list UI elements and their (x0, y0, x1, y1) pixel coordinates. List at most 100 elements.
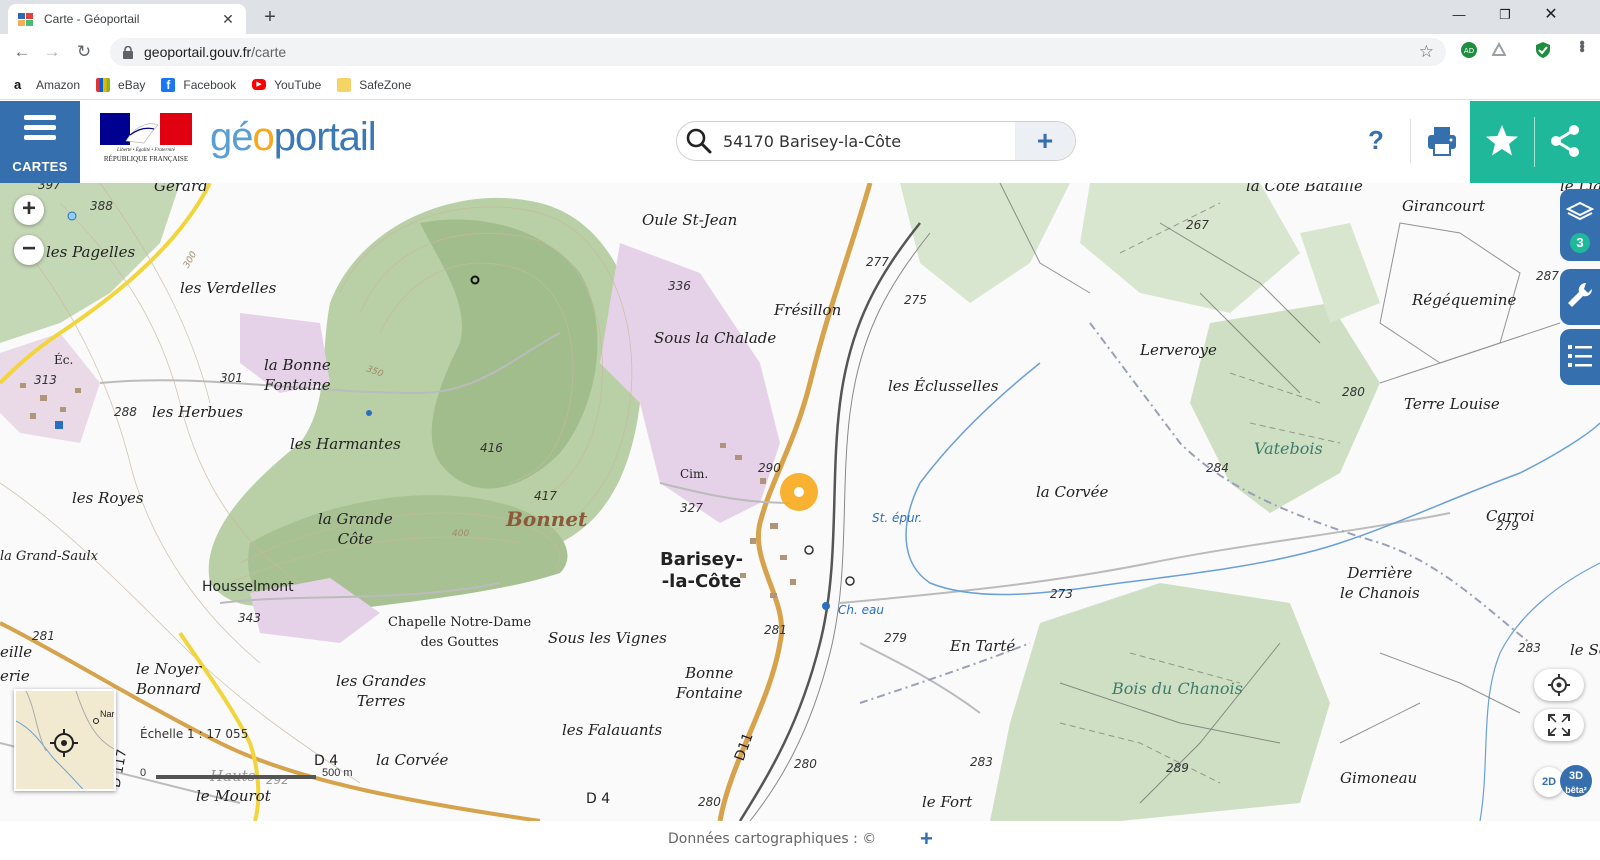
map-label-grandes-terres: les Grandes Terres (336, 672, 427, 710)
map-label-sous-la-chalade: Sous la Chalade (654, 329, 777, 347)
new-tab-button[interactable]: + (258, 6, 282, 30)
bookmark-amazon[interactable]: a Amazon (14, 77, 80, 92)
map-label-vatebois: Vatebois (1254, 439, 1323, 458)
bookmark-star-icon[interactable]: ☆ (1419, 42, 1434, 62)
map-label-chapelle: Chapelle Notre-Dame des Gouttes (388, 615, 532, 650)
map-label-harmantes: les Harmantes (290, 435, 401, 453)
attribution-text: Données cartographiques : © (668, 831, 877, 847)
scale-label: Échelle 1 : 17 055 (140, 727, 249, 741)
minimize-button[interactable]: — (1436, 0, 1482, 30)
search-input[interactable] (723, 131, 1003, 151)
panel-divider (1534, 117, 1535, 167)
map-label-royes: les Royes (72, 489, 144, 507)
omnibox[interactable]: geoportail.gouv.fr/carte ☆ (110, 38, 1446, 66)
drive-extension-icon[interactable] (1490, 41, 1508, 59)
map-label-gerard: Gérard (154, 183, 208, 195)
maps-menu-label: CARTES (12, 159, 68, 174)
beta-badge: bêta² (1565, 785, 1587, 795)
map-label-falauants: les Falauants (562, 721, 663, 739)
altitude-label: 279 (1496, 519, 1519, 533)
help-button[interactable]: ? (1368, 125, 1384, 156)
map-label-pagelles: les Pagelles (46, 243, 136, 261)
geolocate-button[interactable] (1534, 669, 1584, 701)
reload-button[interactable]: ↻ (72, 40, 96, 64)
map-label-noyer-bonnard: le Noyer Bonnard (136, 660, 202, 698)
advanced-search-plus-icon[interactable]: + (1015, 122, 1075, 160)
crosshair-icon (1548, 674, 1570, 696)
attribution-expand-button[interactable]: + (920, 826, 933, 852)
browser-tab[interactable]: Carte - Géoportail ✕ (8, 4, 246, 34)
bookmark-safezone[interactable]: SafeZone (337, 77, 411, 92)
map-label-oule-st-jean: Oule St-Jean (642, 211, 738, 229)
favorites-star-icon[interactable] (1484, 123, 1520, 159)
geoportail-header: CARTES Liberté • Égalité • Fraternité RÉ… (0, 101, 1600, 183)
browser-menu-icon[interactable]: ••• (1572, 40, 1590, 51)
bookmarks-bar: a Amazon eBay f Facebook ▶ YouTube SafeZone (0, 70, 1600, 100)
bookmark-ebay[interactable]: eBay (96, 77, 145, 92)
folder-icon (337, 77, 352, 92)
overview-minimap[interactable]: Nar (14, 689, 116, 791)
adblock-extension-icon[interactable]: AD (1460, 41, 1478, 59)
legend-list-button[interactable] (1560, 329, 1600, 385)
map-label-fresillon: Frésillon (774, 301, 842, 319)
altitude-label: 280 (794, 757, 817, 771)
fullscreen-button[interactable] (1534, 709, 1584, 741)
altitude-label: 284 (1206, 461, 1229, 475)
altitude-label: 273 (1050, 587, 1073, 601)
map-view[interactable]: Gérard les Pagelles les Verdelles la Bon… (0, 183, 1600, 821)
bookmark-facebook[interactable]: f Facebook (161, 77, 236, 92)
altitude-label: 288 (114, 405, 137, 419)
map-label-cote-bataille: la Côte Bataille (1246, 183, 1363, 195)
altitude-label: 417 (534, 489, 557, 503)
altitude-label: 283 (1518, 641, 1541, 655)
scale-max-label: 500 m (322, 767, 353, 779)
view-2d-3d-toggle[interactable]: 2D 3D bêta² (1534, 765, 1592, 799)
map-label-road-d4-south: D 4 (586, 791, 611, 807)
forward-button[interactable]: → (40, 40, 64, 64)
map-label-sous-les-vignes: Sous les Vignes (548, 629, 667, 647)
map-label-bonnet: Bonnet (506, 507, 588, 531)
map-label-erie: erie (0, 667, 30, 685)
tools-button[interactable] (1560, 269, 1600, 325)
scale-bar (156, 775, 316, 779)
map-label-en-tarte: En Tarté (950, 637, 1016, 655)
shield-extension-icon[interactable] (1534, 41, 1552, 59)
search-box[interactable]: + (676, 121, 1076, 161)
bookmark-youtube[interactable]: ▶ YouTube (252, 78, 321, 92)
map-label-bois-du-chanois: Bois du Chanois (1112, 679, 1243, 698)
layers-tool-button[interactable]: 3 (1560, 189, 1600, 261)
share-icon[interactable] (1548, 123, 1582, 159)
map-footer: Données cartographiques : © + (0, 821, 1600, 860)
map-label-grand-saulx: la Grand-Saulx (0, 549, 98, 564)
maps-menu-button[interactable]: CARTES (0, 101, 80, 183)
map-label-housselmont: Housselmont (202, 579, 294, 595)
wrench-icon (1568, 282, 1593, 307)
rf-caption: Liberté • Égalité • Fraternité RÉPUBLIQU… (103, 148, 189, 163)
print-icon[interactable] (1426, 125, 1458, 157)
restore-button[interactable]: ❐ (1482, 0, 1528, 30)
overview-label: Nar (100, 709, 115, 719)
map-label-herbues: les Herbues (152, 403, 244, 421)
close-window-button[interactable]: ✕ (1528, 0, 1574, 30)
map-label-mourot: le Mourot (196, 787, 271, 805)
zoom-out-button[interactable]: − (14, 235, 44, 265)
altitude-label: 327 (680, 501, 703, 515)
geoportail-logo[interactable]: géoportail (210, 115, 377, 160)
zoom-in-button[interactable]: + (14, 195, 44, 225)
facebook-icon: f (161, 77, 176, 92)
list-icon (1568, 345, 1592, 367)
altitude-label: 277 (866, 255, 889, 269)
map-label-verdelles: les Verdelles (180, 279, 277, 297)
altitude-label: 290 (758, 461, 781, 475)
contour-label: 400 (452, 529, 470, 539)
map-label-ecluselles: les Éclusselles (888, 377, 999, 395)
altitude-label: 280 (698, 795, 721, 809)
tab-close-icon[interactable]: ✕ (220, 11, 236, 28)
search-icon[interactable] (685, 127, 713, 155)
altitude-label: 283 (970, 755, 993, 769)
header-divider (1410, 119, 1411, 163)
altitude-label: 281 (32, 629, 55, 643)
back-button[interactable]: ← (10, 40, 34, 64)
address-bar: ← → ↻ geoportail.gouv.fr/carte ☆ AD ••• (0, 34, 1600, 70)
map-label-gimoneau: Gimoneau (1340, 769, 1418, 787)
